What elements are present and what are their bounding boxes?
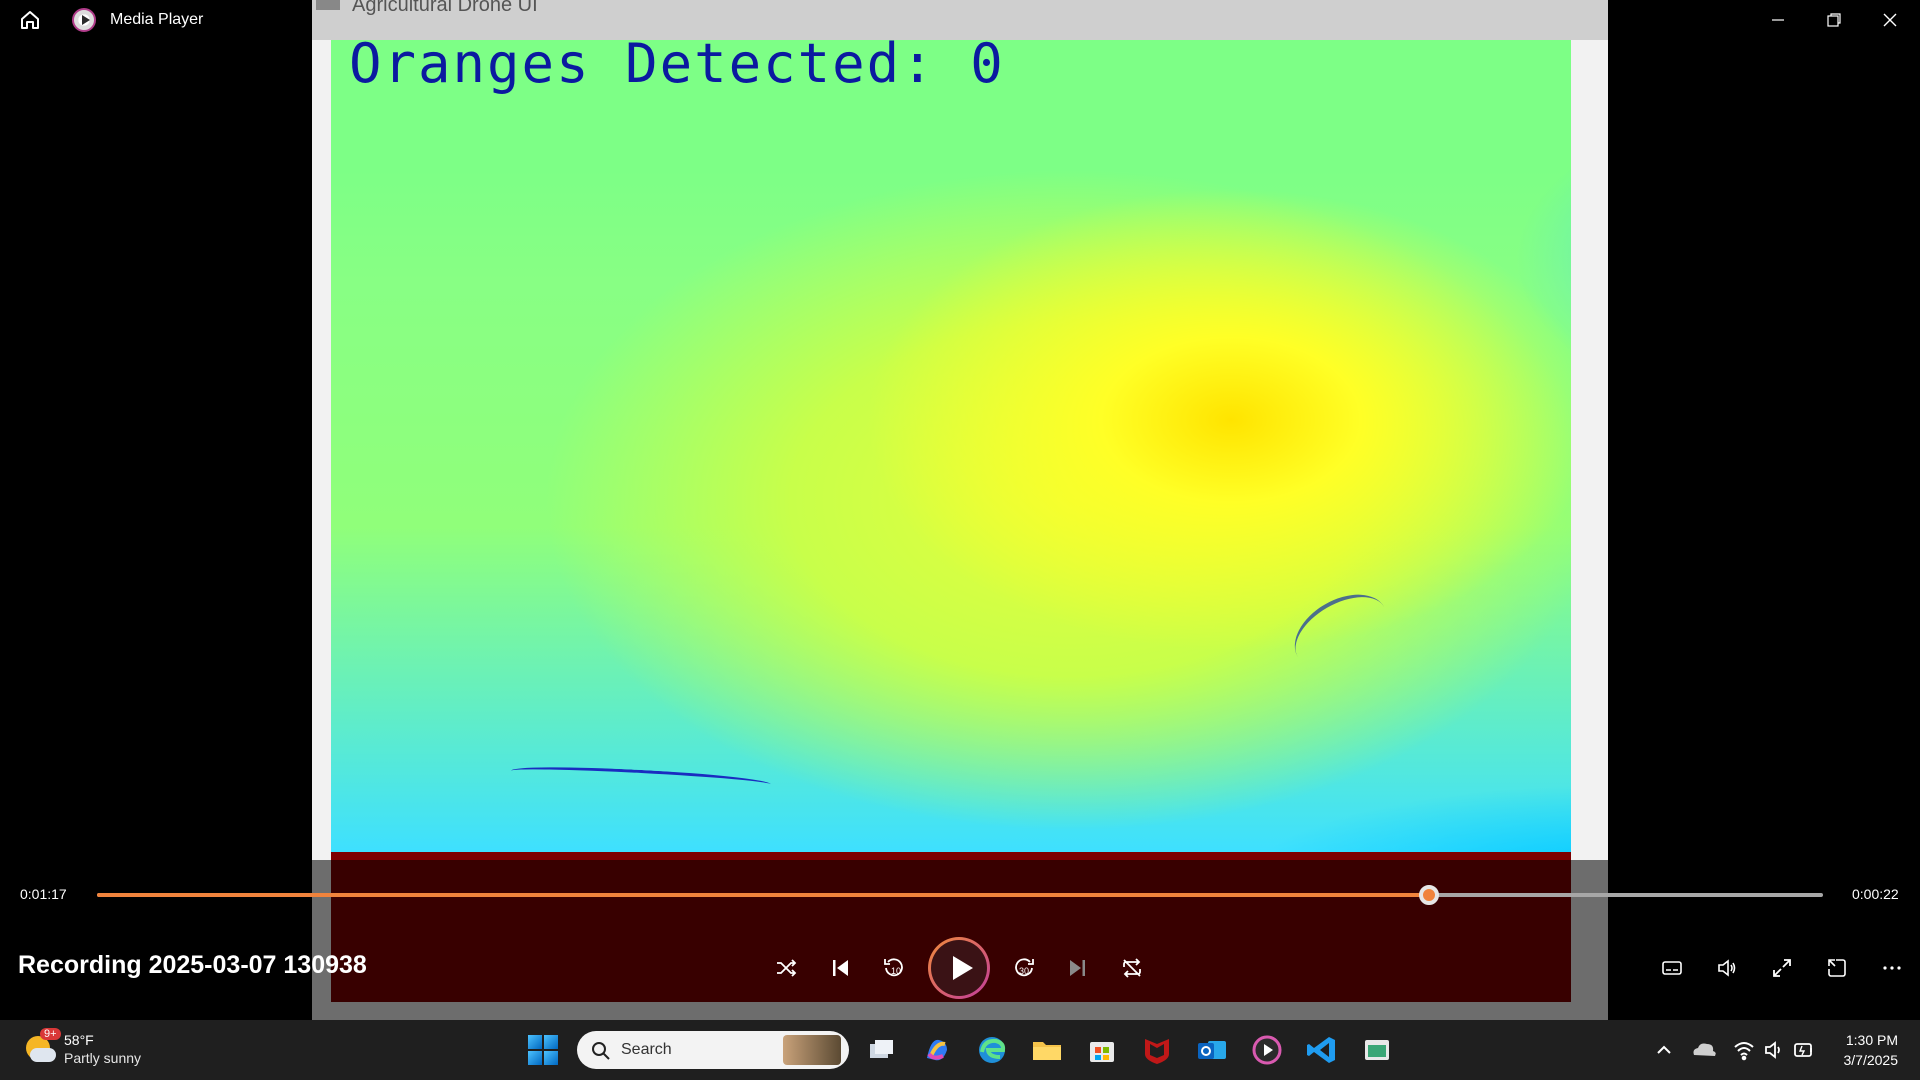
clock-time: 1:30 PM	[1845, 1032, 1898, 1048]
repeat-icon	[1123, 958, 1141, 978]
task-view-icon[interactable]	[862, 1030, 902, 1070]
cloud-icon	[30, 1048, 56, 1062]
weather-temperature: 58°F	[64, 1032, 94, 1048]
media-player-icon[interactable]	[1247, 1030, 1287, 1070]
video-content: Oranges Detected: 0	[331, 40, 1571, 852]
previous-button[interactable]	[820, 948, 860, 988]
minimize-button[interactable]	[1750, 0, 1806, 40]
app-window-icon[interactable]	[1357, 1030, 1397, 1070]
previous-icon	[833, 960, 848, 976]
shuffle-icon	[777, 959, 797, 977]
search-highlight-image	[783, 1035, 841, 1065]
media-player-logo-icon	[72, 8, 96, 32]
search-placeholder: Search	[621, 1041, 672, 1058]
elapsed-time: 0:01:17	[20, 886, 67, 902]
seek-bar[interactable]	[97, 885, 1823, 905]
close-button[interactable]	[1862, 0, 1918, 40]
rewind-10-icon: 10	[884, 958, 903, 977]
taskbar: 9+ 58°F Partly sunny Search 1:30 PM 3/7/…	[0, 1020, 1920, 1080]
miniplayer-button[interactable]	[1817, 948, 1857, 988]
windows-logo-icon	[528, 1035, 542, 1049]
rewind-label: 10	[891, 966, 901, 976]
title-bar: Media Player	[0, 0, 1920, 40]
seek-bar-progress	[97, 893, 1430, 897]
vscode-icon[interactable]	[1302, 1030, 1342, 1070]
captions-icon	[1662, 961, 1682, 975]
weather-widget[interactable]: 9+ 58°F Partly sunny	[22, 1028, 192, 1072]
search-icon	[592, 1042, 610, 1060]
play-button[interactable]	[928, 937, 990, 999]
show-hidden-icons-chevron-icon[interactable]	[1644, 1030, 1684, 1070]
battery-icon[interactable]	[1784, 1030, 1824, 1070]
media-player-window: Agricultural Drone UI Oranges Detected: …	[0, 0, 1920, 1080]
captions-button[interactable]	[1652, 948, 1692, 988]
file-explorer-icon[interactable]	[1027, 1030, 1067, 1070]
video-stage[interactable]: Agricultural Drone UI Oranges Detected: …	[0, 0, 1920, 1020]
app-title: Media Player	[110, 11, 204, 28]
edge-icon[interactable]	[972, 1030, 1012, 1070]
onedrive-icon[interactable]	[1684, 1030, 1724, 1070]
next-icon	[1070, 960, 1085, 976]
recording-title: Recording 2025-03-07 130938	[18, 951, 367, 979]
copilot-icon[interactable]	[917, 1030, 957, 1070]
remaining-time: 0:00:22	[1852, 886, 1899, 902]
forward-label: 30	[1019, 966, 1029, 976]
start-button[interactable]	[528, 1035, 558, 1065]
clock-date: 3/7/2025	[1843, 1052, 1899, 1068]
miniplayer-icon	[1828, 959, 1846, 977]
mcafee-icon[interactable]	[1137, 1030, 1177, 1070]
restore-button[interactable]	[1806, 0, 1862, 40]
microsoft-store-icon[interactable]	[1082, 1030, 1122, 1070]
repeat-button[interactable]	[1112, 948, 1152, 988]
forward-30-icon: 30	[1015, 958, 1034, 977]
system-clock[interactable]: 1:30 PM 3/7/2025	[1844, 1030, 1899, 1070]
rewind-10-button[interactable]: 10	[874, 948, 914, 988]
home-icon[interactable]	[16, 6, 44, 34]
detection-overlay-text: Oranges Detected: 0	[349, 40, 1005, 95]
volume-button[interactable]	[1707, 948, 1747, 988]
fullscreen-icon	[1773, 959, 1791, 977]
volume-icon	[1718, 959, 1736, 977]
weather-description: Partly sunny	[64, 1050, 142, 1066]
outlook-icon[interactable]	[1192, 1030, 1232, 1070]
fullscreen-button[interactable]	[1762, 948, 1802, 988]
taskbar-search[interactable]: Search	[577, 1031, 849, 1069]
play-icon	[931, 940, 987, 996]
more-icon	[1883, 966, 1901, 970]
weather-badge: 9+	[40, 1028, 61, 1040]
forward-30-button[interactable]: 30	[1004, 948, 1044, 988]
shuffle-button[interactable]	[766, 948, 806, 988]
more-options-button[interactable]	[1872, 948, 1912, 988]
next-button[interactable]	[1058, 948, 1098, 988]
